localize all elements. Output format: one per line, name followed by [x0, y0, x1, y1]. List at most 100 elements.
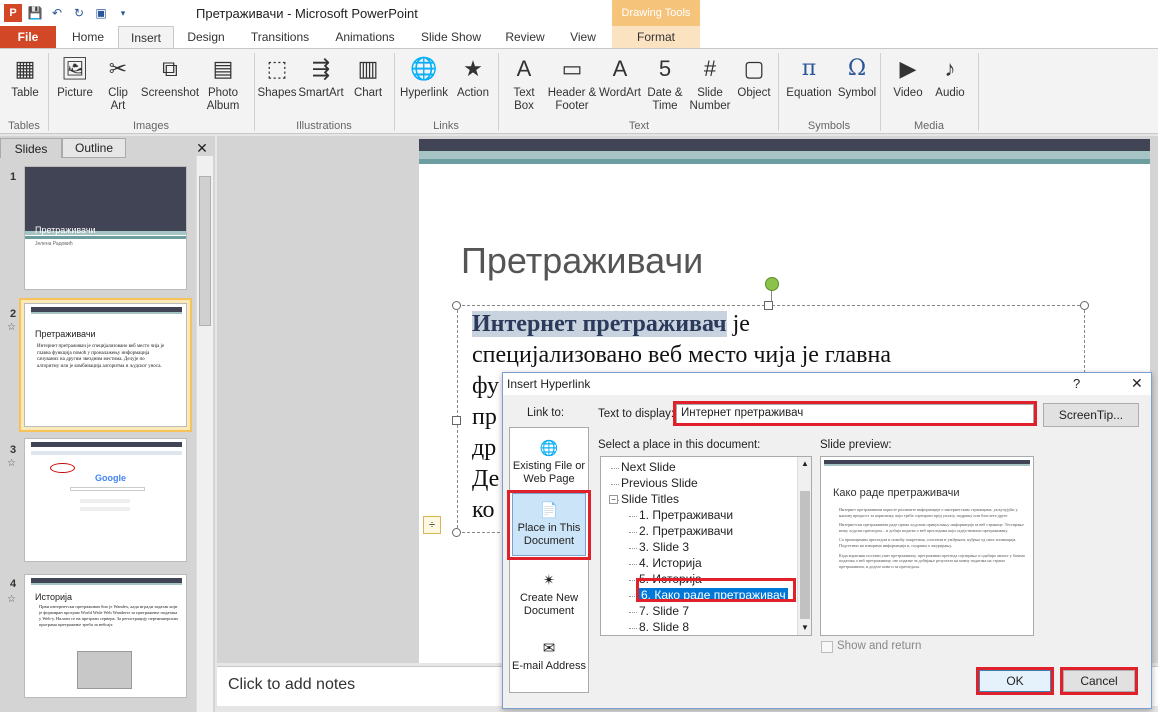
customize-qat-icon[interactable]: ▾: [114, 4, 132, 22]
link-create-new-label: Create New Document: [519, 592, 579, 617]
tab-slide-show[interactable]: Slide Show: [414, 26, 488, 48]
smartart-button[interactable]: ⇶ SmartArt: [298, 53, 344, 100]
slides-pane-scrollbar[interactable]: [196, 156, 213, 712]
clip-art-button[interactable]: ✂ Clip Art: [100, 53, 136, 113]
tree-item[interactable]: 3. Slide 3: [639, 540, 689, 554]
document-places-tree[interactable]: ▲ ▼ Next Slide Previous Slide Slide Titles…: [600, 456, 812, 636]
tree-item[interactable]: 4. Историја: [639, 556, 702, 570]
equation-button[interactable]: π Equation: [783, 53, 835, 100]
chart-button[interactable]: ▥ Chart: [348, 53, 388, 100]
tab-format[interactable]: Format: [612, 26, 700, 48]
tree-item[interactable]: 8. Slide 8: [639, 620, 689, 634]
action-button[interactable]: ★ Action: [452, 53, 494, 100]
hyperlink-button[interactable]: 🌐 Hyperlink: [398, 53, 450, 100]
tree-item[interactable]: 1. Претраживачи: [639, 508, 733, 522]
resize-handle[interactable]: [452, 301, 461, 310]
highlight-cancel-button: [1060, 667, 1138, 695]
quick-access-toolbar: P 💾 ↶ ↻ ▣ ▾: [4, 4, 132, 22]
undo-icon[interactable]: ↶: [48, 4, 66, 22]
tree-connector: [629, 564, 637, 565]
screenshot-button[interactable]: ⧉ Screenshot: [138, 53, 202, 100]
screentip-button[interactable]: ScreenTip...: [1043, 403, 1139, 427]
tree-item[interactable]: Next Slide: [621, 460, 676, 474]
object-button[interactable]: ▢ Object: [735, 53, 773, 100]
picture-icon: 🖼: [61, 55, 89, 81]
tab-animations[interactable]: Animations: [329, 26, 401, 48]
ribbon-button-label: Text Box: [513, 87, 535, 112]
tab-transitions[interactable]: Transitions: [245, 26, 315, 48]
audio-button[interactable]: ♪ Audio: [930, 53, 970, 100]
photo-album-button[interactable]: ▤ Photo Album: [202, 53, 244, 113]
header-footer-button[interactable]: ▭ Header & Footer: [546, 53, 598, 113]
tab-file[interactable]: File: [0, 26, 56, 48]
redo-icon[interactable]: ↻: [70, 4, 88, 22]
ribbon-button-label: Screenshot: [140, 87, 200, 99]
link-existing-file[interactable]: 🌐 Existing File or Web Page: [510, 438, 588, 486]
slide-title[interactable]: Претраживачи: [461, 240, 703, 282]
tab-insert[interactable]: Insert: [118, 26, 174, 48]
resize-handle[interactable]: [452, 528, 461, 537]
resize-handle[interactable]: [452, 416, 461, 425]
photo-album-icon: ▤: [212, 55, 234, 81]
group-illustrations: Illustrations: [296, 120, 352, 132]
slideshow-from-start-icon[interactable]: ▣: [92, 4, 110, 22]
tab-design[interactable]: Design: [178, 26, 234, 48]
autofit-options-icon[interactable]: ÷: [423, 516, 441, 534]
slide-thumbnail-3[interactable]: Google: [24, 438, 187, 562]
highlight-ok-button: [976, 667, 1054, 695]
shapes-icon: ⬚: [266, 55, 288, 81]
tree-item[interactable]: 2. Претраживачи: [639, 524, 733, 538]
ribbon-tabs: File Home Insert Design Transitions Animation…: [0, 26, 1158, 48]
link-create-new[interactable]: ✴ Create New Document: [510, 570, 588, 618]
preview-title: Како раде претраживачи: [833, 487, 960, 499]
tree-connector: [629, 548, 637, 549]
save-icon[interactable]: 💾: [26, 4, 44, 22]
select-place-label: Select a place in this document:: [598, 439, 761, 451]
rotation-handle[interactable]: [765, 277, 779, 291]
header-footer-icon: ▭: [561, 55, 583, 81]
tree-item[interactable]: Previous Slide: [621, 476, 698, 490]
textbox-icon: A: [516, 55, 532, 81]
tree-collapse-icon[interactable]: −: [609, 495, 618, 504]
preview-bullet: Када корисник постави упит претраживачу,…: [839, 552, 1025, 569]
picture-button[interactable]: 🖼 Picture: [52, 53, 98, 100]
slide-thumbnail-4[interactable]: Историја Први интернетски претраживач би…: [24, 574, 187, 698]
date-time-button[interactable]: 5 Date & Time: [645, 53, 685, 113]
animation-star-icon: ☆: [7, 322, 16, 333]
symbol-button[interactable]: Ω Symbol: [836, 53, 878, 100]
tab-review[interactable]: Review: [502, 26, 548, 48]
tab-slides[interactable]: Slides: [0, 138, 62, 158]
video-button[interactable]: ▶ Video: [888, 53, 928, 100]
text-box-button[interactable]: A Text Box: [506, 53, 542, 113]
powerpoint-logo-icon[interactable]: P: [4, 4, 22, 22]
table-icon: ▦: [14, 55, 36, 81]
close-icon[interactable]: ✕: [1131, 375, 1143, 392]
thumb3-google-logo: Google: [95, 473, 126, 483]
thumb1-subtitle: Јелена Радовић: [35, 241, 73, 247]
resize-handle[interactable]: [1080, 301, 1089, 310]
help-button[interactable]: ?: [1073, 376, 1080, 391]
slide-thumbnail-2[interactable]: Претраживачи Интернет претраживач је спе…: [24, 303, 187, 427]
slide-number-button[interactable]: # Slide Number: [687, 53, 733, 113]
shapes-button[interactable]: ⬚ Shapes: [256, 53, 298, 100]
thumb4-title: Историја: [35, 592, 73, 602]
show-and-return-checkbox[interactable]: [821, 641, 833, 653]
tab-outline[interactable]: Outline: [62, 138, 126, 158]
ribbon-button-label: Table: [11, 87, 39, 99]
ribbon-button-label: WordArt: [599, 87, 641, 99]
tab-home[interactable]: Home: [66, 26, 110, 48]
ribbon-button-label: Slide Number: [689, 87, 731, 112]
thumb4-image: [77, 651, 132, 689]
ribbon-button-label: Audio: [935, 87, 965, 99]
link-email[interactable]: ✉ E-mail Address: [510, 638, 588, 673]
slide-thumbnail-1[interactable]: Претраживачи Јелена Радовић: [24, 166, 187, 290]
tree-item[interactable]: Slide Titles: [621, 492, 679, 506]
wordart-button[interactable]: A WordArt: [597, 53, 643, 100]
tab-view[interactable]: View: [560, 26, 606, 48]
close-pane-icon[interactable]: ✕: [193, 138, 211, 158]
selected-hyperlink-text[interactable]: Интернет претраживач: [472, 311, 727, 337]
table-button[interactable]: ▦ Table: [4, 53, 46, 100]
tree-scrollbar[interactable]: ▲ ▼: [797, 457, 811, 635]
smartart-icon: ⇶: [311, 55, 331, 81]
tree-item[interactable]: 7. Slide 7: [639, 604, 689, 618]
